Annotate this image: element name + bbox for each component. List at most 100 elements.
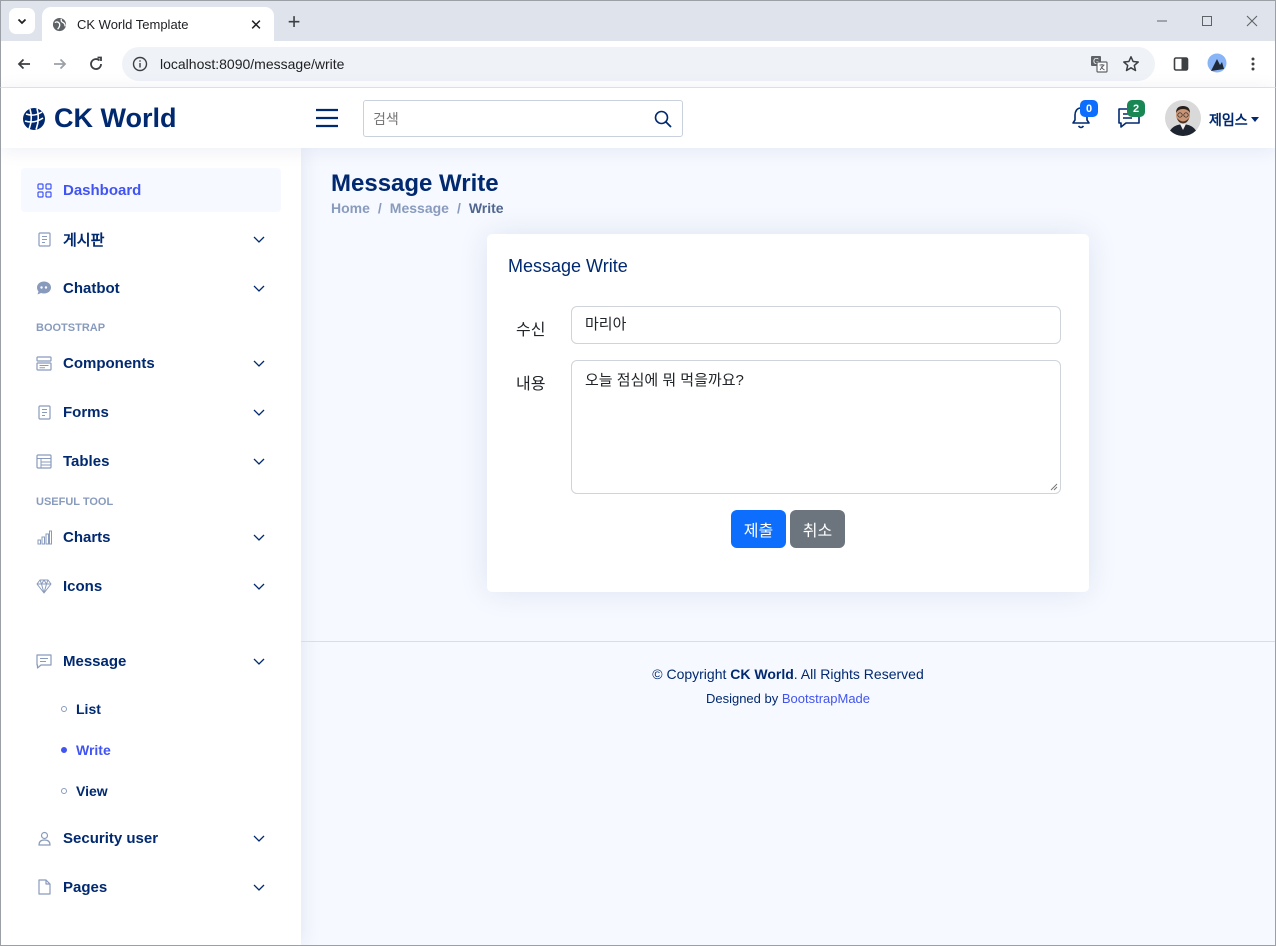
sidebar-item-tables[interactable]: Tables [21, 439, 281, 483]
page-title: Message Write [331, 170, 499, 197]
search-icon[interactable] [654, 110, 672, 128]
cancel-button[interactable]: 취소 [790, 510, 845, 548]
minimize-icon[interactable] [1149, 10, 1175, 32]
sidebar-item-label: Dashboard [63, 181, 142, 199]
chevron-down-icon [253, 583, 265, 590]
address-bar[interactable]: localhost:8090/message/write [122, 47, 1155, 81]
browser-menu-icon[interactable] [1243, 54, 1263, 74]
reload-icon[interactable] [83, 51, 109, 77]
logo-icon [23, 107, 45, 130]
sidebar-subitem-label: View [76, 783, 108, 799]
avatar[interactable] [1165, 100, 1201, 136]
breadcrumb-current: Write [468, 200, 504, 216]
browser-profile-icon[interactable] [1207, 53, 1227, 73]
sidebar-toggle-icon[interactable] [315, 107, 339, 129]
profile-name[interactable]: 제임스 [1209, 110, 1248, 130]
tab-title: CK World Template [77, 17, 189, 32]
sidebar-heading-useful-tool: USEFUL TOOL [36, 496, 114, 508]
sidebar-subitem-list[interactable]: List [61, 698, 101, 720]
sidebar-item-label: Charts [63, 528, 111, 546]
sidebar-item-pages[interactable]: Pages [21, 865, 281, 909]
sidebar-subitem-write[interactable]: Write [61, 739, 111, 761]
sidebar-item-label: 게시판 [63, 231, 105, 249]
file-icon [36, 879, 52, 895]
content-textarea[interactable]: 오늘 점심에 뭐 먹을까요? [571, 360, 1061, 494]
table-icon [36, 453, 52, 469]
circle-icon [61, 788, 67, 794]
copyright-prefix: © Copyright [652, 666, 727, 682]
copyright-brand: CK World [730, 666, 794, 682]
chevron-down-icon [253, 236, 265, 243]
chat-quote-icon [36, 280, 52, 296]
translate-icon[interactable]: G [1089, 54, 1109, 74]
breadcrumb-separator: / [377, 200, 382, 216]
footer: © Copyright CK World. All Rights Reserve… [301, 641, 1275, 741]
sidebar-item-chatbot[interactable]: Chatbot [21, 266, 281, 310]
chevron-down-icon [253, 285, 265, 292]
sidebar-item-message[interactable]: Message [21, 639, 281, 683]
profile-caret-icon[interactable] [1251, 117, 1259, 122]
breadcrumb-message[interactable]: Message [390, 200, 449, 216]
sidebar-subitem-label: List [76, 701, 101, 717]
sidebar-item-components[interactable]: Components [21, 341, 281, 385]
content-label: 내용 [516, 376, 546, 393]
gem-icon [36, 578, 52, 594]
recipient-field[interactable]: 마리아 [571, 306, 1061, 344]
grid-icon [36, 182, 52, 198]
journal-icon [36, 231, 52, 247]
browser-tab[interactable]: CK World Template ✕ [42, 7, 274, 42]
sidebar-subitem-view[interactable]: View [61, 780, 108, 802]
person-icon [36, 830, 52, 846]
breadcrumb-separator: / [456, 200, 461, 216]
sidebar-item-label: Message [63, 652, 127, 670]
resize-handle-icon[interactable] [1050, 483, 1058, 491]
sidebar-item-label: Components [63, 354, 155, 372]
chevron-down-icon [253, 835, 265, 842]
globe-icon [52, 17, 67, 32]
sidebar: Dashboard 게시판 Chatbot BOOTSTRAP Componen… [1, 148, 301, 945]
forward-icon[interactable] [47, 51, 73, 77]
menu-button-icon [36, 355, 52, 371]
logo[interactable]: CK World [22, 103, 177, 134]
sidebar-item-security-user[interactable]: Security user [21, 816, 281, 860]
url-text: localhost:8090/message/write [160, 56, 345, 72]
logo-text: CK World [54, 103, 177, 133]
back-icon[interactable] [11, 51, 37, 77]
sidebar-item-forms[interactable]: Forms [21, 390, 281, 434]
notification-count-badge: 0 [1080, 100, 1098, 117]
sidebar-item-label: Tables [63, 452, 110, 470]
sidebar-item-label: Forms [63, 403, 109, 421]
sidebar-item-dashboard[interactable]: Dashboard [21, 168, 281, 212]
app-header: CK World 0 2 제임스 [1, 88, 1275, 148]
copyright-suffix: . All Rights Reserved [793, 666, 924, 682]
browser-toolbar: localhost:8090/message/write G [0, 41, 1276, 88]
bar-chart-icon [36, 529, 52, 545]
message-write-card: Message Write 수신 마리아 내용 오늘 점심에 뭐 먹을까요? 제… [487, 234, 1089, 592]
sidebar-subitem-label: Write [76, 742, 111, 758]
tab-close-icon[interactable]: ✕ [248, 16, 264, 34]
bookmark-star-icon[interactable] [1121, 54, 1141, 74]
submit-button[interactable]: 제출 [731, 510, 786, 548]
credits: Designed by BootstrapMade [301, 691, 1275, 706]
maximize-icon[interactable] [1194, 10, 1220, 32]
sidebar-item-board[interactable]: 게시판 [21, 217, 281, 261]
new-tab-button[interactable]: + [281, 9, 307, 34]
chevron-down-icon [253, 409, 265, 416]
chevron-down-icon [253, 658, 265, 665]
sidebar-item-label: Pages [63, 878, 108, 896]
circle-icon [61, 706, 67, 712]
recipient-label: 수신 [516, 322, 546, 339]
sidebar-heading-bootstrap: BOOTSTRAP [36, 322, 106, 334]
sidebar-item-icons[interactable]: Icons [21, 564, 281, 608]
tab-search-button[interactable] [9, 8, 35, 34]
designer-link[interactable]: BootstrapMade [782, 691, 870, 706]
window-close-icon[interactable] [1239, 10, 1265, 32]
search-input[interactable] [373, 110, 643, 127]
notification-count: 0 [1085, 102, 1093, 115]
sidebar-item-charts[interactable]: Charts [21, 515, 281, 559]
site-info-icon[interactable] [132, 56, 148, 72]
side-panel-icon[interactable] [1171, 54, 1191, 74]
chevron-down-icon [253, 360, 265, 367]
breadcrumb-home[interactable]: Home [331, 200, 370, 216]
chevron-down-icon [253, 534, 265, 541]
